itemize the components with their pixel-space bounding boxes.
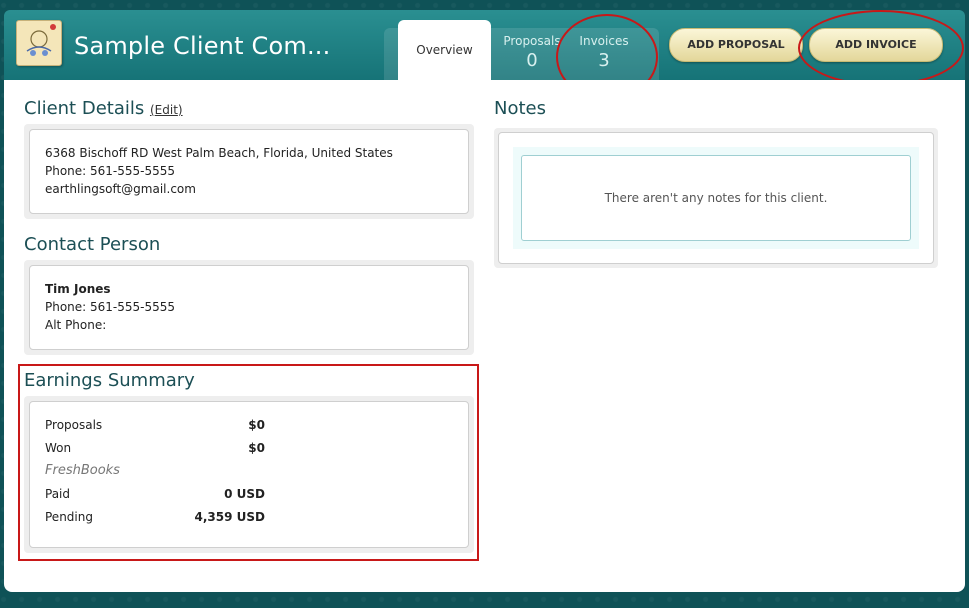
contact-person-title: Contact Person [24, 234, 161, 255]
earnings-annotation-rectangle [18, 364, 479, 561]
contact-person-box: Tim Jones Phone: 561-555-5555 Alt Phone: [24, 260, 474, 355]
client-details-title: Client Details [24, 98, 145, 119]
notes-empty-message: There aren't any notes for this client. [521, 155, 911, 241]
client-details-box: 6368 Bischoff RD West Palm Beach, Florid… [24, 124, 474, 219]
client-email: earthlingsoft@gmail.com [45, 182, 196, 196]
notes-box: There aren't any notes for this client. [494, 128, 938, 268]
client-logo-icon [16, 20, 62, 66]
client-phone: Phone: 561-555-5555 [45, 164, 176, 178]
client-name-title: Sample Client Com... [74, 32, 331, 60]
contact-phone: Phone: 561-555-5555 [45, 300, 176, 314]
contact-alt-phone: Alt Phone: [45, 318, 107, 332]
add-proposal-button[interactable]: ADD PROPOSAL [669, 28, 803, 62]
client-address: 6368 Bischoff RD West Palm Beach, Florid… [45, 146, 393, 160]
overview-panel: Client Details (Edit) 6368 Bischoff RD W… [4, 80, 965, 592]
notes-title: Notes [494, 98, 546, 119]
edit-link[interactable]: Edit [155, 103, 178, 117]
tab-overview[interactable]: Overview [398, 20, 491, 80]
add-invoice-annotation-circle [798, 10, 964, 86]
contact-name: Tim Jones [45, 282, 111, 296]
client-details-heading: Client Details (Edit) [24, 98, 183, 119]
